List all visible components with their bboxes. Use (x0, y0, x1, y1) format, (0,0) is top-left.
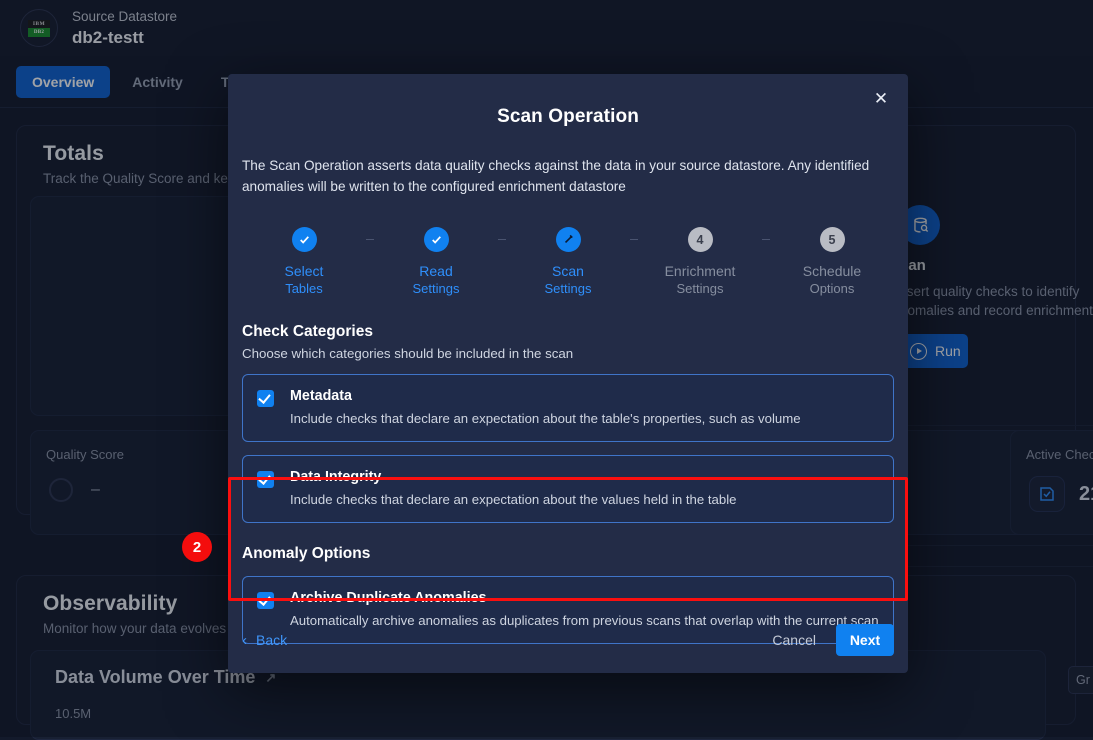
cancel-button[interactable]: Cancel (766, 624, 822, 656)
step-connector (366, 239, 374, 240)
wizard-stepper: Select Tables Read Settings Scan Settin (228, 197, 908, 297)
modal-footer: ‹ Back Cancel Next (228, 607, 908, 673)
option-metadata[interactable]: Metadata Include checks that declare an … (242, 374, 894, 442)
chevron-left-icon: ‹ (242, 632, 247, 649)
back-button-label: Back (256, 632, 287, 648)
step-label-line2: Settings (677, 280, 724, 297)
step-label-line2: Settings (413, 280, 460, 297)
check-icon (424, 227, 449, 252)
step-label-line2: Options (810, 280, 855, 297)
check-categories-heading: Check Categories (228, 297, 908, 341)
pencil-icon (556, 227, 581, 252)
step-read-settings[interactable]: Read Settings (374, 227, 498, 297)
check-categories-subheading: Choose which categories should be includ… (228, 341, 908, 361)
step-schedule-options[interactable]: 5 Schedule Options (770, 227, 894, 297)
option-title: Archive Duplicate Anomalies (290, 589, 879, 607)
option-title: Data Integrity (290, 468, 736, 486)
step-label-line1: Scan (552, 263, 584, 280)
step-select-tables[interactable]: Select Tables (242, 227, 366, 297)
option-description: Include checks that declare an expectati… (290, 486, 736, 509)
modal-title: Scan Operation (228, 74, 908, 128)
close-icon[interactable]: ✕ (868, 86, 894, 112)
option-description: Include checks that declare an expectati… (290, 405, 801, 428)
step-enrichment-settings[interactable]: 4 Enrichment Settings (638, 227, 762, 297)
next-button[interactable]: Next (836, 624, 894, 656)
step-connector (498, 239, 506, 240)
step-connector (762, 239, 770, 240)
anomaly-options-heading: Anomaly Options (228, 523, 908, 563)
step-label-line1: Read (419, 263, 452, 280)
annotation-step-badge: 2 (182, 532, 212, 562)
step-label-line1: Schedule (803, 263, 861, 280)
option-title: Metadata (290, 387, 801, 405)
checkbox-metadata[interactable] (257, 390, 274, 407)
step-number: 5 (820, 227, 845, 252)
step-number: 4 (688, 227, 713, 252)
scan-operation-modal: ✕ Scan Operation The Scan Operation asse… (228, 74, 908, 673)
step-label-line2: Tables (285, 280, 323, 297)
option-data-integrity[interactable]: Data Integrity Include checks that decla… (242, 455, 894, 523)
back-button[interactable]: ‹ Back (242, 632, 287, 649)
check-icon (292, 227, 317, 252)
modal-description: The Scan Operation asserts data quality … (228, 128, 908, 197)
step-label-line1: Enrichment (665, 263, 736, 280)
step-label-line2: Settings (545, 280, 592, 297)
step-connector (630, 239, 638, 240)
step-label-line1: Select (285, 263, 324, 280)
checkbox-data-integrity[interactable] (257, 471, 274, 488)
step-scan-settings[interactable]: Scan Settings (506, 227, 630, 297)
